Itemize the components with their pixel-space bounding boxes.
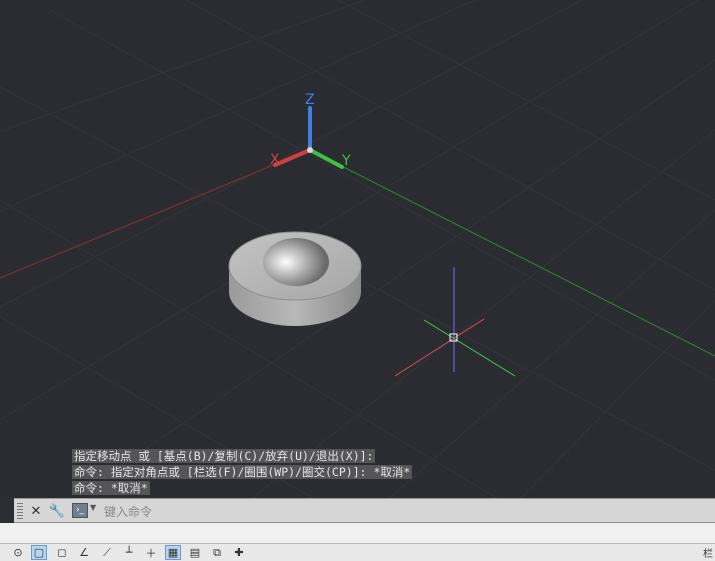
grid-icon[interactable]: ▢	[31, 545, 47, 560]
selection-cycling-icon[interactable]: ⧉	[209, 545, 225, 560]
close-icon[interactable]: ✕	[26, 501, 46, 521]
quick-properties-icon[interactable]: ▤	[187, 545, 203, 560]
ucs-z-label: Z	[305, 92, 315, 108]
drawing-viewport[interactable]: X Y Z 指定移动点 或 [基点(B)/复制(C)/放弃(U)/退出(X)]:…	[0, 0, 715, 498]
world-y-axis	[309, 149, 715, 357]
command-history-line: 命令: *取消*	[72, 481, 150, 495]
status-glyph: 栏	[703, 549, 713, 560]
command-history-line: 命令: 指定对角点或 [栏选(F)/圈围(WP)/圈交(CP)]: *取消*	[72, 465, 413, 479]
polar-icon[interactable]: ⟋	[99, 545, 115, 560]
ucs-icon: X Y Z	[270, 92, 351, 169]
autocad-window: X Y Z 指定移动点 或 [基点(B)/复制(C)/放弃(U)/退出(X)]:…	[0, 0, 715, 561]
lineweight-icon[interactable]: ＋	[143, 545, 159, 560]
grip-handle[interactable]	[17, 503, 23, 519]
viewport-canvas: X Y Z	[0, 0, 715, 498]
osnap-icon[interactable]: ┴	[121, 545, 137, 560]
ortho-icon[interactable]: ∠	[76, 545, 92, 560]
wrench-icon[interactable]: 🔧	[47, 501, 67, 521]
ucs-x-label: X	[270, 152, 280, 168]
command-history-line: 指定移动点 或 [基点(B)/复制(C)/放弃(U)/退出(X)]:	[72, 449, 376, 463]
status-bar: ⊙ ▢ ◻ ∠ ⟋ ┴ ＋ ▦ ▤ ⧉ ✚ 栏	[0, 543, 715, 561]
crosshair-cursor	[394, 267, 516, 377]
ucs-y-label: Y	[341, 153, 351, 169]
transparency-icon[interactable]: ▦	[165, 545, 181, 560]
tab-area	[0, 523, 715, 543]
dynamic-ucs-icon[interactable]: ⊙	[10, 545, 26, 560]
solid-cylinder-with-dome[interactable]	[228, 231, 362, 326]
command-line-bar: ✕ 🔧 ›_ ▼ 键入命令	[14, 498, 715, 523]
chevron-down-icon[interactable]: ▼	[90, 503, 96, 512]
command-prompt-icon[interactable]: ›_	[72, 503, 88, 518]
annotation-monitor-icon[interactable]: ✚	[231, 545, 247, 560]
snap-icon[interactable]: ◻	[54, 545, 70, 560]
command-input[interactable]: 键入命令	[104, 503, 152, 520]
grid-lines	[0, 0, 715, 498]
